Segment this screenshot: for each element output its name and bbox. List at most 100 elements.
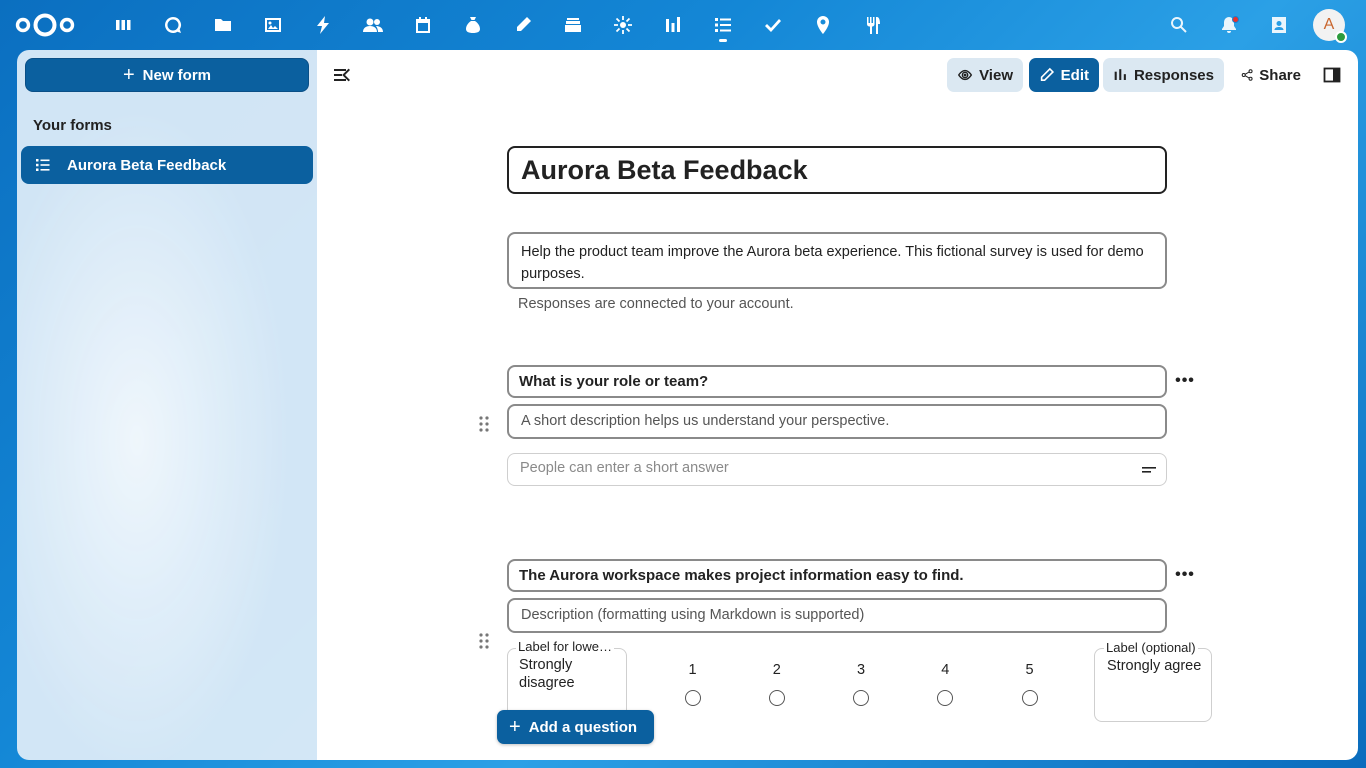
cookbook-app[interactable] (848, 0, 898, 50)
user-avatar[interactable]: A (1313, 9, 1347, 43)
budget-app[interactable] (448, 0, 498, 50)
online-status-icon (1335, 31, 1347, 43)
toggle-navigation-button[interactable] (333, 66, 351, 84)
sidebar-item-label: Aurora Beta Feedback (67, 156, 227, 174)
new-form-label: New form (142, 66, 212, 84)
sidebar-panel-icon (1323, 67, 1341, 83)
calendar-app[interactable] (398, 0, 448, 50)
menu-collapse-icon (334, 68, 350, 82)
poll-icon (1114, 69, 1126, 80)
contact-card-icon (1272, 17, 1286, 33)
eye-icon (957, 69, 973, 81)
question-2-title-input[interactable]: The Aurora workspace makes project infor… (507, 559, 1167, 592)
hub-icon (614, 16, 632, 34)
edit-label: Edit (1060, 66, 1089, 84)
radio-icon (768, 690, 785, 706)
lower-label-caption: Label for lowe… (516, 639, 614, 654)
question-2-drag-handle[interactable] (477, 631, 491, 651)
share-button[interactable]: Share (1231, 58, 1311, 92)
scale-number: 5 (1025, 662, 1034, 678)
question-2-more-button[interactable]: ••• (1175, 565, 1195, 585)
pencil-icon (1040, 67, 1055, 82)
scale-option-1[interactable]: 1 (651, 662, 734, 712)
activity-app[interactable] (298, 0, 348, 50)
plus-icon: + (122, 64, 135, 86)
share-icon (1241, 69, 1253, 81)
pencil-icon (517, 17, 531, 31)
app-navigation: + New form Your forms Aurora Beta Feedba… (17, 50, 317, 760)
view-button[interactable]: View (947, 58, 1023, 92)
question-1-description-input[interactable]: A short description helps us understand … (507, 404, 1167, 439)
form-info-text: Responses are connected to your account. (518, 296, 794, 312)
question-1-short-answer-preview: People can enter a short answer (507, 453, 1167, 486)
search-app[interactable] (148, 0, 198, 50)
more-icon: ••• (1175, 566, 1195, 583)
scale-number: 1 (688, 662, 697, 678)
question-1-more-button[interactable]: ••• (1175, 371, 1195, 391)
contacts-app[interactable] (348, 0, 398, 50)
form-title-input[interactable]: Aurora Beta Feedback (507, 146, 1167, 194)
scale-option-4[interactable]: 4 (904, 662, 987, 712)
upper-label-field[interactable]: Label (optional) Strongly agree (1094, 640, 1212, 722)
notification-dot (1232, 16, 1239, 23)
toggle-sidebar-button[interactable] (1323, 66, 1341, 84)
cutlery-icon (867, 17, 880, 34)
forms-app[interactable] (698, 0, 748, 50)
radio-icon (937, 690, 954, 706)
your-forms-heading: Your forms (33, 117, 112, 134)
checklist-app[interactable] (748, 0, 798, 50)
sidebar-item-aurora-beta-feedback[interactable]: Aurora Beta Feedback (21, 146, 313, 184)
contacts-menu-button[interactable] (1254, 0, 1304, 50)
folder-icon (215, 19, 231, 31)
new-form-button[interactable]: + New form (25, 58, 309, 92)
drag-icon (479, 416, 489, 432)
app-content: View Edit Responses Share Aurora Beta Fe… (317, 50, 1358, 760)
add-question-label: Add a question (528, 718, 638, 736)
maps-app[interactable] (798, 0, 848, 50)
question-1-title-input[interactable]: What is your role or team? (507, 365, 1167, 398)
people-icon (363, 18, 383, 32)
scale-option-5[interactable]: 5 (988, 662, 1071, 712)
radio-icon (1021, 690, 1038, 706)
notes-app[interactable] (498, 0, 548, 50)
scale-number: 4 (941, 662, 950, 678)
view-label: View (979, 66, 1013, 84)
dashboard-icon (116, 20, 131, 30)
analytics-app[interactable] (648, 0, 698, 50)
lower-label-value: Strongly disagree (519, 657, 575, 691)
photos-app[interactable] (248, 0, 298, 50)
form-list-icon (35, 157, 51, 173)
files-app[interactable] (198, 0, 248, 50)
short-text-icon (1142, 467, 1156, 473)
forms-list-icon (715, 18, 731, 32)
edit-button[interactable]: Edit (1029, 58, 1099, 92)
nextcloud-logo-icon[interactable] (14, 11, 76, 39)
image-icon (265, 18, 281, 32)
upper-label-caption: Label (optional) (1104, 640, 1198, 655)
dashboard-app[interactable] (98, 0, 148, 50)
question-2-description-input[interactable]: Description (formatting using Markdown i… (507, 598, 1167, 633)
radio-icon (853, 690, 869, 706)
plus-icon: + (509, 716, 521, 738)
responses-button[interactable]: Responses (1103, 58, 1224, 92)
more-icon: ••• (1175, 372, 1195, 389)
scale-number: 2 (772, 662, 781, 678)
notifications-button[interactable] (1204, 0, 1254, 50)
search-icon (1171, 16, 1187, 33)
form-description-input[interactable]: Help the product team improve the Aurora… (507, 232, 1167, 289)
top-bar: A (0, 0, 1366, 50)
unified-search-button[interactable] (1154, 0, 1204, 50)
scale-option-2[interactable]: 2 (735, 662, 818, 712)
radio-icon (684, 690, 701, 706)
tasks-hub-app[interactable] (598, 0, 648, 50)
scale-option-3[interactable]: 3 (820, 662, 903, 712)
header-right: A (1154, 0, 1366, 50)
drag-icon (479, 633, 489, 649)
add-question-button[interactable]: + Add a question (497, 710, 654, 744)
calendar-icon (416, 17, 430, 33)
avatar-initial: A (1323, 16, 1335, 33)
deck-app[interactable] (548, 0, 598, 50)
upper-label-value: Strongly agree (1107, 658, 1202, 674)
cards-icon (565, 18, 581, 32)
question-1-drag-handle[interactable] (477, 414, 491, 434)
